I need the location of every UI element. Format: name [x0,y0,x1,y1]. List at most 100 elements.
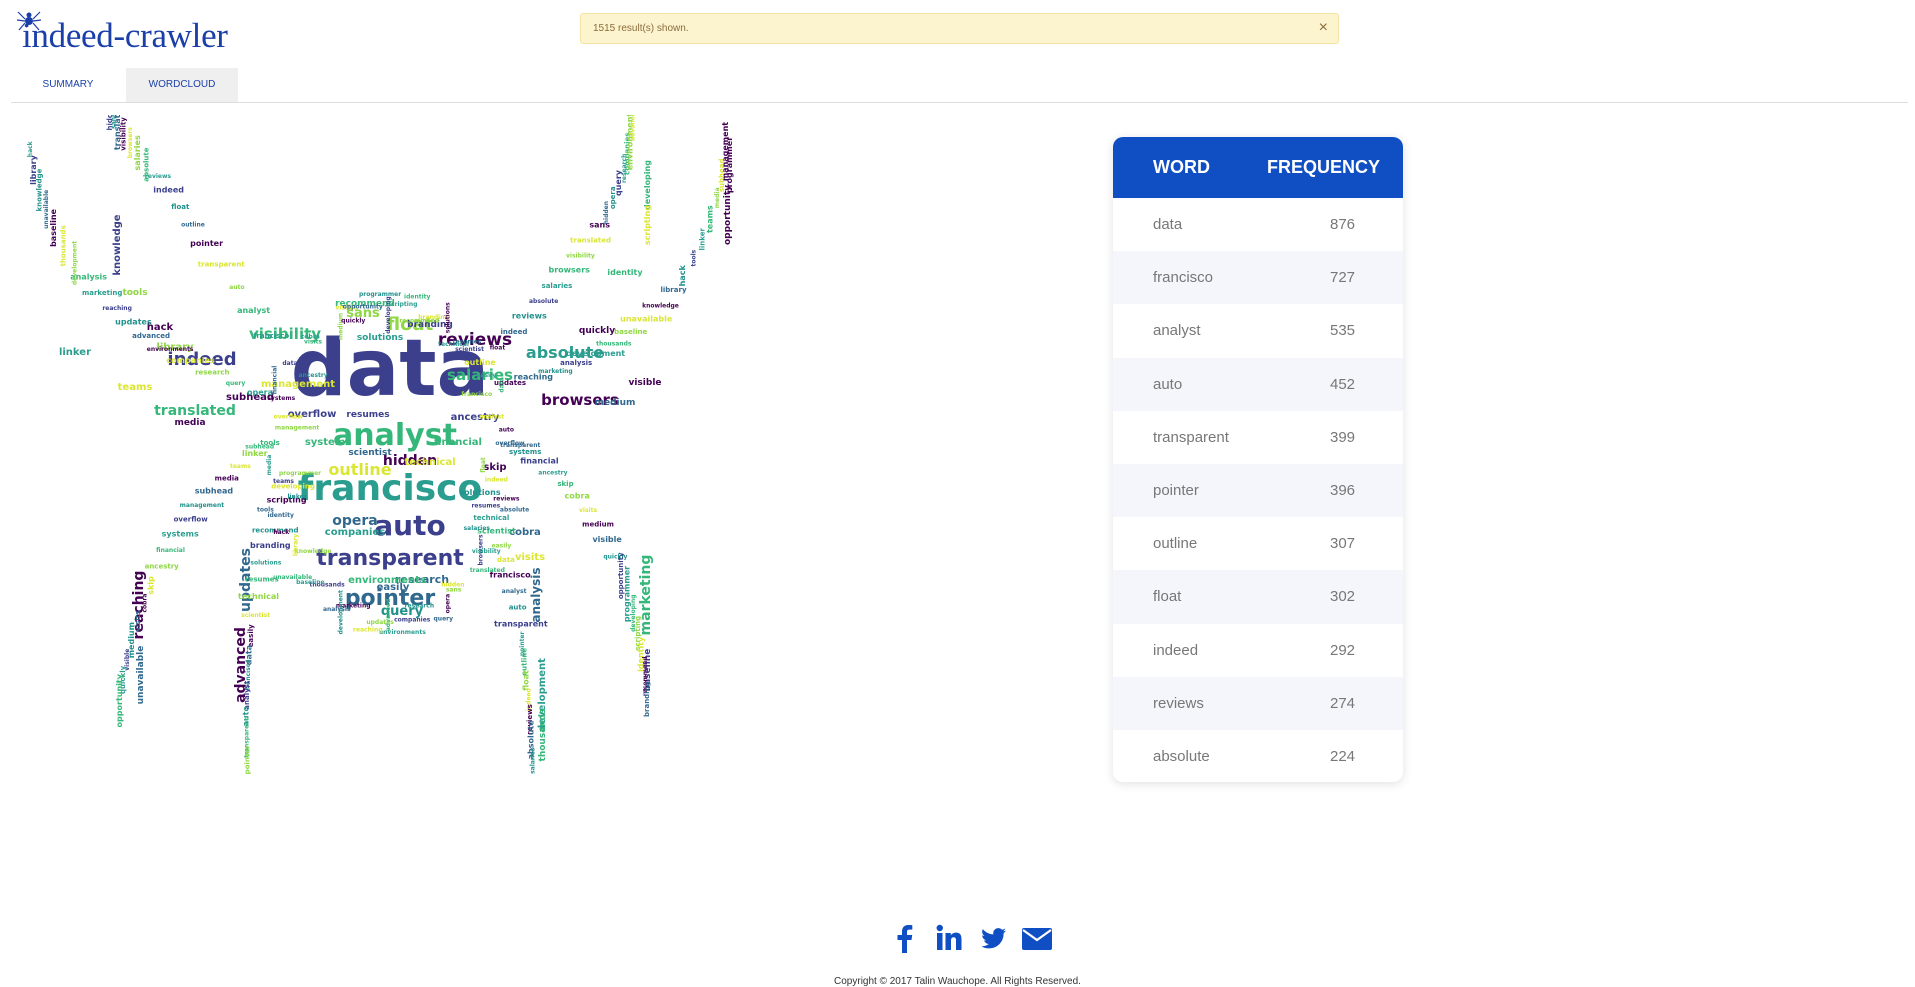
social-links [890,922,1060,956]
wordcloud-word: thousands [596,341,632,348]
wordcloud-word: thousands [538,709,548,762]
wordcloud-word: management [275,425,320,432]
wordcloud-word: unavailable [620,314,673,323]
wordcloud-word: browsers [127,127,134,159]
linkedin-icon[interactable] [934,922,964,954]
wordcloud-word: auto [229,284,244,291]
wordcloud-word: transparent [198,261,246,269]
wordcloud-word: reaching [353,626,383,633]
wordcloud-word: teams [118,382,153,393]
frequency-table-header: WORD FREQUENCY [1113,137,1403,198]
word-cell: pointer [1153,481,1199,499]
wordcloud-word: float [522,670,531,691]
wordcloud-word: companies [325,527,385,538]
wordcloud-word: baseline [49,208,58,246]
wordcloud-word: data [282,360,297,367]
wordcloud-word: research [195,368,229,376]
wordcloud-word: translated [470,567,505,574]
wordcloud-word: unavailable [136,646,146,705]
wordcloud-word: marketing [82,289,122,297]
wordcloud-word: advanced [385,599,392,632]
word-cell: transparent [1153,428,1229,446]
wordcloud-word: medium [595,398,636,408]
wordcloud-word: companies [394,617,431,624]
wordcloud-word: transparent [500,442,540,449]
wordcloud-word: analyst [243,680,251,710]
wordcloud-word: absolute [142,147,150,181]
wordcloud-word: translated [570,237,611,245]
wordcloud-word: hidden [106,115,114,131]
table-row: transparent 399 [1113,411,1403,464]
wordcloud-word: salaries [530,747,537,774]
wordcloud-word: outline [181,222,205,229]
wordcloud-word: float [490,344,506,351]
wordcloud-word: visibility [566,253,595,260]
wordcloud-word: unavailable [273,574,312,581]
table-row: analyst 535 [1113,304,1403,357]
results-alert: 1515 result(s) shown. × [580,13,1339,44]
wordcloud-word: library [29,154,38,185]
wordcloud-word: scientist [348,448,392,458]
wordcloud-word: skip [557,480,573,488]
frequency-cell: 876 [1330,216,1356,233]
wordcloud-word: solutions [445,302,452,333]
wordcloud-word: cobra [141,594,148,613]
word-cell: data [1153,216,1183,233]
tab-wordcloud[interactable]: WORDCLOUD [126,68,238,102]
wordcloud-word: data [498,377,505,392]
wordcloud-word: visits [304,339,322,346]
wordcloud-word: visits [515,552,545,563]
wordcloud-word: management [180,502,225,509]
frequency-cell: 452 [1330,375,1356,393]
wordcloud-word: visible [592,535,622,544]
wordcloud-word: identity [607,268,643,277]
frequency-cell: 396 [1330,481,1356,499]
wordcloud-word: solutions [250,560,281,567]
twitter-icon[interactable] [978,922,1008,954]
wordcloud-word: float [480,457,487,473]
wordcloud-word: visibility [472,548,501,555]
word-cell: indeed [1153,641,1199,659]
table-row: data 876 [1113,198,1403,251]
wordcloud-word: environments [147,346,194,353]
wordcloud-word: library [661,286,687,294]
wordcloud-word: linker [242,449,268,458]
alert-close-button[interactable]: × [1319,19,1328,37]
wordcloud-word: query [226,380,246,387]
wordcloud-word: baseline [614,328,647,336]
tab-bar: SUMMARY WORDCLOUD [11,68,1908,103]
wordcloud-word: identity [404,294,430,301]
frequency-table-body: data 876 francisco 727 analyst 535 auto 452 tran… [1113,198,1403,782]
app-title: indeed-crawler [22,16,228,55]
wordcloud-word: visible [628,378,661,388]
wordcloud-word: quickly [341,317,365,324]
wordcloud-word: management [721,122,730,181]
wordcloud-word: tools [691,249,698,266]
tab-summary[interactable]: SUMMARY [23,68,113,102]
wordcloud-word: francisco [253,332,289,340]
wordcloud-word: development [338,590,345,634]
wordcloud-word: ancestry [299,372,328,379]
wordcloud-word: technical [473,514,509,522]
wordcloud-word: ancestry [145,562,180,570]
wordcloud-word: systems [305,437,351,448]
wordcloud-word: analyst [479,414,504,421]
wordcloud-word: translated [154,403,236,419]
wordcloud-word: unavailable [43,190,50,229]
wordcloud-word: updates [115,317,152,326]
wordcloud-word: financial [272,366,279,395]
frequency-cell: 399 [1330,428,1356,446]
email-icon[interactable] [1020,922,1054,954]
wordcloud-word: salaries [464,525,491,532]
wordcloud-word: scientist [455,346,484,353]
wordcloud-word: reaching [102,305,132,312]
wordcloud-word: francisco [461,391,492,398]
wordcloud-word: subhead [195,486,234,495]
wordcloud-word: overflow [174,515,209,523]
footer-copyright: Copyright © 2017 Talin Wauchope. All Rig… [834,976,1081,987]
word-column-header: WORD [1153,157,1210,177]
frequency-cell: 274 [1330,694,1356,712]
wordcloud-word: teams [705,205,714,233]
wordcloud-word: quickly [579,326,615,336]
facebook-icon[interactable] [890,922,920,954]
